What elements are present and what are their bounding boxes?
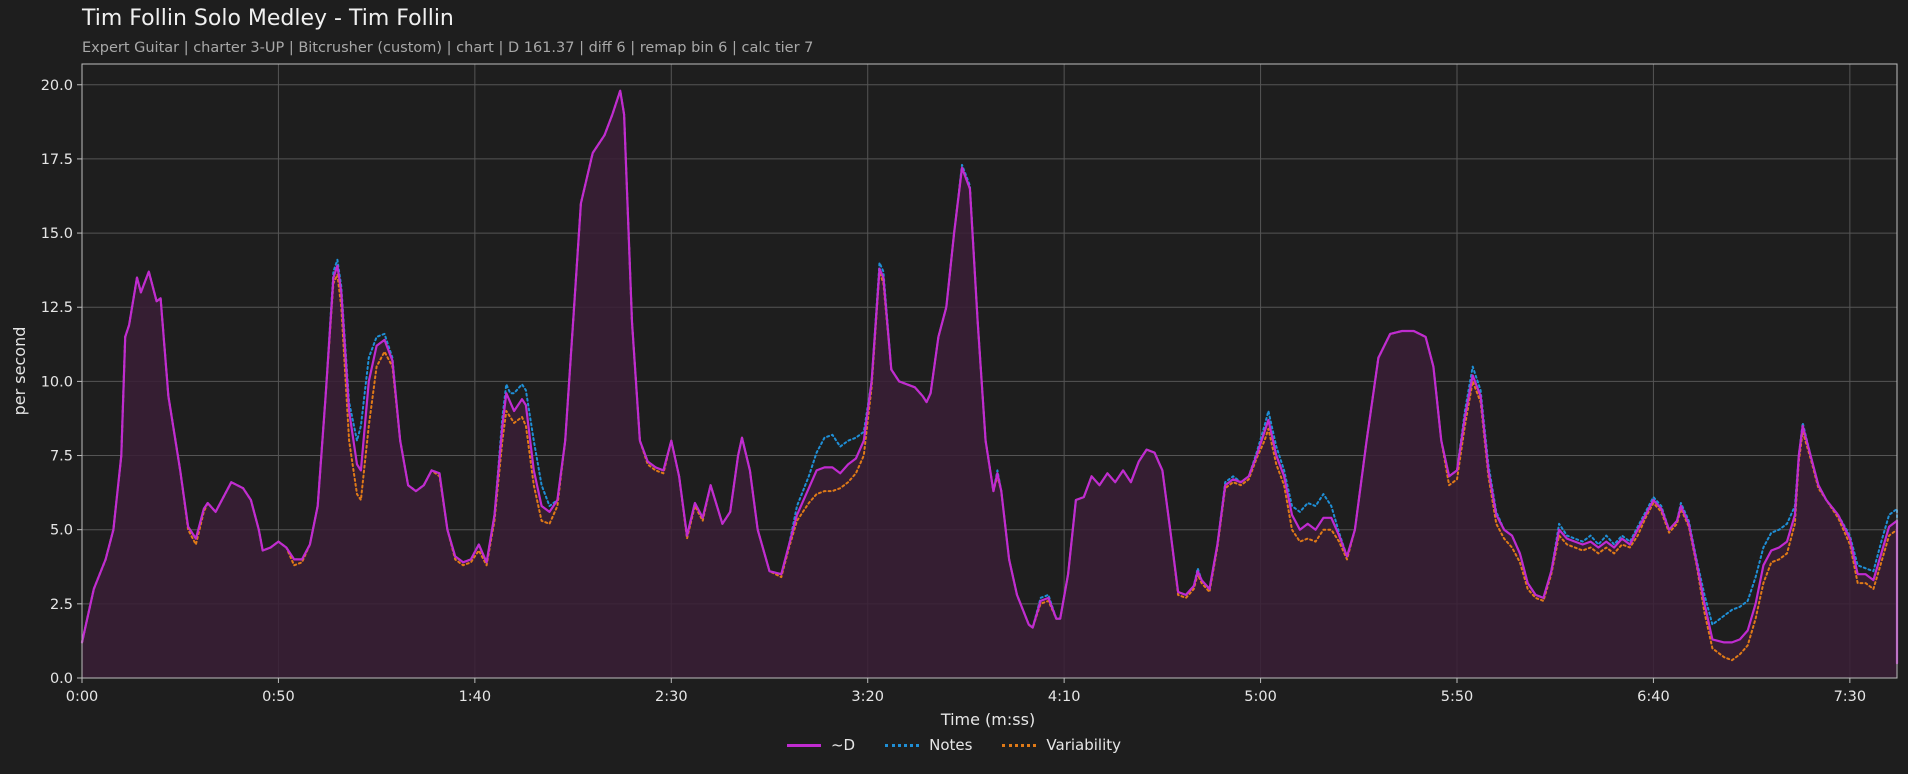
y-tick-label: 10.0 [41,374,73,390]
x-tick-label: 2:30 [655,689,688,705]
d-area-fill [82,90,1897,678]
y-tick-label: 20.0 [41,78,73,94]
y-axis-label: per second [10,327,29,416]
y-tick-label: 7.5 [50,449,73,465]
legend-label-variability: Variability [1046,736,1122,754]
y-tick-label: 5.0 [50,523,73,539]
legend-swatch-variability [1002,743,1037,747]
x-tick-label: 7:30 [1834,689,1867,705]
chart-legend: ~D Notes Variability [0,736,1908,754]
line-chart: 0:00 0:50 1:40 2:30 3:20 4:10 5:00 5:50 6:40 7:30… [10,63,1899,729]
legend-swatch-d [786,743,821,747]
y-tick-label: 17.5 [41,152,73,168]
legend-label-d: ~D [830,736,856,754]
legend-item-d: ~D [786,736,856,754]
x-tick-label: 0:50 [262,689,295,705]
x-tick-label: 4:10 [1048,689,1081,705]
legend-swatch-notes [885,743,920,747]
x-tick-label: 5:50 [1441,689,1474,705]
y-tick-label: 15.0 [41,226,73,242]
x-tick-label: 0:00 [66,689,99,705]
y-tick-label: 2.5 [50,597,73,613]
x-tick-label: 6:40 [1637,689,1670,705]
x-tick-label: 3:20 [851,689,884,705]
y-tick-label: 12.5 [41,300,73,316]
y-axis-ticks: 0.0 2.5 5.0 7.5 10.0 12.5 15.0 17.5 20.0 [41,78,82,687]
x-tick-label: 5:00 [1244,689,1277,705]
y-tick-label: 0.0 [50,671,73,687]
legend-label-notes: Notes [929,736,973,754]
x-axis-label: Time (m:ss) [940,710,1035,729]
x-axis-ticks: 0:00 0:50 1:40 2:30 3:20 4:10 5:00 5:50 6:40 7:30 [66,678,1866,705]
x-tick-label: 1:40 [459,689,492,705]
area-fill [82,90,1897,678]
legend-item-notes: Notes [885,736,972,754]
legend-item-variability: Variability [1002,736,1121,754]
